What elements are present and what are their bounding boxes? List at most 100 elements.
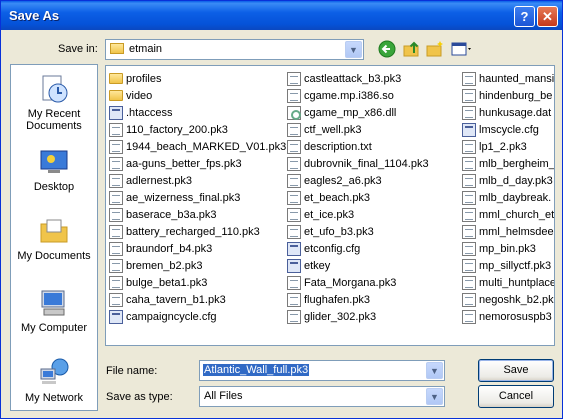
- config-file-icon: [109, 105, 123, 120]
- up-folder-icon[interactable]: [402, 39, 422, 59]
- file-item[interactable]: mlb_daybreak.: [462, 189, 554, 206]
- file-item[interactable]: campaigncycle.cfg: [109, 308, 286, 325]
- file-item[interactable]: nemorosuspb3: [462, 308, 554, 325]
- file-icon: [109, 139, 123, 154]
- save-as-type-dropdown[interactable]: All Files ▼: [199, 386, 445, 407]
- file-name: baserace_b3a.pk3: [126, 208, 217, 221]
- file-item[interactable]: multi_huntplace: [462, 274, 555, 291]
- file-item[interactable]: flughafen.pk3: [287, 291, 429, 308]
- place-label: My Network: [24, 392, 84, 404]
- back-icon[interactable]: [377, 39, 397, 59]
- view-menu-icon[interactable]: [450, 39, 474, 59]
- recent-documents-icon: [42, 75, 68, 103]
- file-icon: [462, 190, 476, 205]
- file-icon: [109, 190, 123, 205]
- file-icon: [109, 207, 123, 222]
- file-item[interactable]: braundorf_b4.pk3: [109, 240, 286, 257]
- file-name: description.txt: [304, 140, 372, 153]
- file-item[interactable]: ctf_well.pk3: [287, 121, 429, 138]
- file-item[interactable]: ae_wizerness_final.pk3: [109, 189, 286, 206]
- file-item[interactable]: video: [109, 87, 286, 104]
- place-my-documents[interactable]: My Documents: [11, 215, 97, 262]
- file-icon: [462, 224, 476, 239]
- my-computer-icon: [41, 290, 65, 316]
- file-icon: [287, 207, 301, 222]
- chevron-down-icon[interactable]: ▼: [345, 41, 362, 58]
- file-item[interactable]: bulge_beta1.pk3: [109, 274, 286, 291]
- file-item[interactable]: glider_302.pk3: [287, 308, 429, 325]
- file-item[interactable]: adlernest.pk3: [109, 172, 286, 189]
- file-item[interactable]: lp1_2.pk3: [462, 138, 554, 155]
- file-item[interactable]: eagles2_a6.pk3: [287, 172, 429, 189]
- file-item[interactable]: cgame_mp_x86.dll: [287, 104, 429, 121]
- file-item[interactable]: etconfig.cfg: [287, 240, 429, 257]
- file-name-label: File name:: [106, 365, 158, 377]
- close-button[interactable]: ✕: [537, 6, 558, 27]
- help-button[interactable]: ?: [514, 6, 535, 27]
- file-item[interactable]: mp_sillyctf.pk3: [462, 257, 554, 274]
- file-item[interactable]: aa-guns_better_fps.pk3: [109, 155, 286, 172]
- file-name: mp_sillyctf.pk3: [479, 259, 552, 272]
- place-label: My Recent Documents: [26, 108, 82, 132]
- file-name: video: [126, 89, 153, 102]
- file-item[interactable]: mp_bin.pk3: [462, 240, 554, 257]
- file-item[interactable]: mml_helmsdeep: [462, 223, 554, 240]
- places-bar: My Recent Documents Desktop My Documents: [10, 64, 98, 411]
- file-name-input[interactable]: Atlantic_Wall_full.pk3 ▼: [199, 360, 445, 381]
- file-item[interactable]: lmscycle.cfg: [462, 121, 554, 138]
- file-item[interactable]: baserace_b3a.pk3: [109, 206, 286, 223]
- file-item[interactable]: haunted_mansi: [462, 70, 554, 87]
- new-folder-icon[interactable]: [425, 39, 445, 59]
- file-item[interactable]: etkey: [287, 257, 429, 274]
- place-desktop[interactable]: Desktop: [11, 146, 97, 193]
- file-item[interactable]: dubrovnik_final_1104.pk3: [287, 155, 429, 172]
- file-item[interactable]: mlb_bergheim_: [462, 155, 554, 172]
- file-item[interactable]: castleattack_b3.pk3: [287, 70, 429, 87]
- file-icon: [287, 139, 301, 154]
- file-icon: [287, 71, 301, 86]
- file-item[interactable]: hindenburg_be: [462, 87, 554, 104]
- file-name: multi_huntplace: [479, 276, 555, 289]
- cancel-button[interactable]: Cancel: [478, 385, 554, 408]
- file-item[interactable]: 1944_beach_MARKED_V01.pk3: [109, 138, 286, 155]
- file-list[interactable]: profiles video .htaccess 110_factory_200.pk…: [105, 65, 555, 346]
- file-item[interactable]: bremen_b2.pk3: [109, 257, 286, 274]
- file-item[interactable]: caha_tavern_b1.pk3: [109, 291, 286, 308]
- file-item[interactable]: mlb_d_day.pk3: [462, 172, 554, 189]
- file-icon: [462, 275, 476, 290]
- place-recent-documents[interactable]: My Recent Documents: [11, 73, 97, 132]
- chevron-down-icon[interactable]: ▼: [426, 362, 443, 379]
- file-item[interactable]: description.txt: [287, 138, 429, 155]
- file-item[interactable]: negoshk_b2.pk: [462, 291, 554, 308]
- file-item[interactable]: profiles: [109, 70, 286, 87]
- file-icon: [287, 156, 301, 171]
- file-name: aa-guns_better_fps.pk3: [126, 157, 242, 170]
- file-icon: [462, 309, 476, 324]
- config-file-icon: [462, 122, 476, 137]
- config-file-icon: [109, 309, 123, 324]
- file-item[interactable]: 110_factory_200.pk3: [109, 121, 286, 138]
- folder-icon: [110, 43, 124, 54]
- file-name-value[interactable]: Atlantic_Wall_full.pk3: [203, 364, 310, 376]
- file-item[interactable]: hunkusage.dat: [462, 104, 554, 121]
- file-item[interactable]: et_ufo_b3.pk3: [287, 223, 429, 240]
- file-name: adlernest.pk3: [126, 174, 193, 187]
- config-file-icon: [287, 258, 301, 273]
- file-item[interactable]: mml_church_et: [462, 206, 554, 223]
- file-icon: [462, 88, 476, 103]
- place-my-computer[interactable]: My Computer: [11, 287, 97, 334]
- place-my-network[interactable]: My Network: [11, 357, 97, 404]
- my-network-icon: [40, 358, 69, 384]
- file-item[interactable]: et_beach.pk3: [287, 189, 429, 206]
- save-button[interactable]: Save: [478, 359, 554, 382]
- chevron-down-icon[interactable]: ▼: [426, 388, 443, 405]
- file-item[interactable]: battery_recharged_110.pk3: [109, 223, 286, 240]
- file-item[interactable]: .htaccess: [109, 104, 286, 121]
- file-item[interactable]: Fata_Morgana.pk3: [287, 274, 429, 291]
- file-name: mlb_daybreak.: [479, 191, 552, 204]
- file-name: et_ice.pk3: [304, 208, 355, 221]
- save-in-dropdown[interactable]: etmain ▼: [105, 39, 364, 60]
- file-name: mlb_d_day.pk3: [479, 174, 553, 187]
- file-item[interactable]: cgame.mp.i386.so: [287, 87, 429, 104]
- file-item[interactable]: et_ice.pk3: [287, 206, 429, 223]
